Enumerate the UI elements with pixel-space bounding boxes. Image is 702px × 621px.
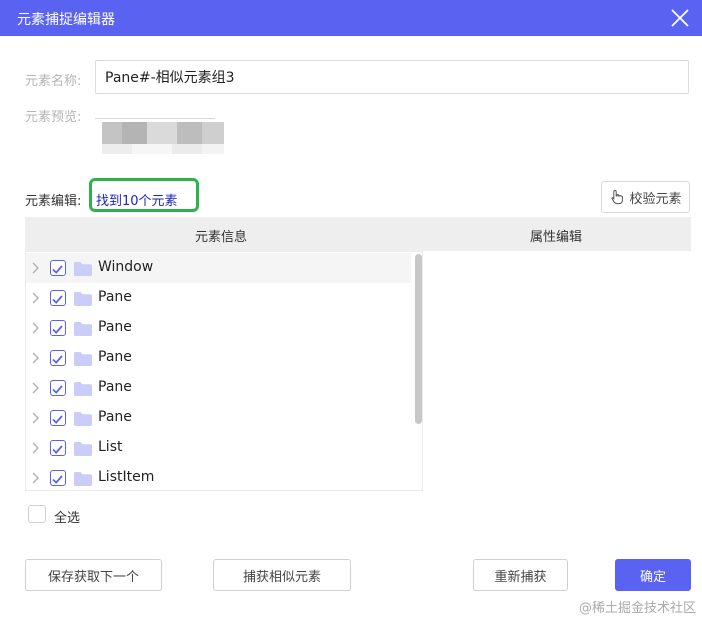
chevron-right-icon[interactable] (31, 472, 41, 484)
tree-row[interactable]: Pane (26, 283, 411, 313)
folder-icon (74, 382, 92, 396)
row-label: Pane (98, 349, 132, 365)
tree-row[interactable]: List (26, 433, 411, 463)
folder-icon (74, 412, 92, 426)
tree-scrollbar[interactable] (415, 254, 422, 424)
row-label: Pane (98, 409, 132, 425)
chevron-right-icon[interactable] (31, 442, 41, 454)
chevron-right-icon[interactable] (31, 262, 41, 274)
checkmark-icon (52, 325, 63, 334)
checkmark-icon (52, 385, 63, 394)
preview-divider (95, 118, 215, 119)
element-edit-label: 元素编辑: (25, 194, 82, 209)
verify-element-label: 校验元素 (629, 191, 682, 207)
capture-similar-button[interactable]: 捕获相似元素 (213, 559, 351, 591)
checkmark-icon (52, 295, 63, 304)
close-icon[interactable] (670, 8, 690, 28)
chevron-right-icon[interactable] (31, 382, 41, 394)
checkmark-icon (52, 265, 63, 274)
select-all-label[interactable]: 全选 (54, 507, 80, 526)
grid-header: 元素信息 属性编辑 (25, 217, 691, 251)
tree-row[interactable]: Pane (26, 373, 411, 403)
row-label: Pane (98, 319, 132, 335)
found-count-link[interactable]: 找到10个元素 (96, 190, 178, 209)
recapture-button[interactable]: 重新捕获 (473, 559, 568, 591)
checkmark-icon (52, 475, 63, 484)
column-header-element-info: 元素信息 (195, 230, 248, 245)
select-all-checkbox[interactable] (28, 505, 46, 523)
tree-row[interactable]: Pane (26, 313, 411, 343)
pointer-hand-icon (611, 189, 624, 205)
tree-row[interactable]: Pane (26, 403, 411, 433)
row-checkbox[interactable] (50, 320, 66, 336)
dialog-titlebar: 元素捕捉编辑器 (0, 0, 702, 36)
folder-icon (74, 472, 92, 486)
row-checkbox[interactable] (50, 440, 66, 456)
row-checkbox[interactable] (50, 470, 66, 486)
verify-element-button[interactable]: 校验元素 (601, 181, 690, 213)
row-label: Pane (98, 289, 132, 305)
element-preview-label: 元素预览: (25, 110, 82, 125)
element-tree: Window Pane Pane Pane Pane Pane List Lis… (25, 251, 423, 491)
checkmark-icon (52, 355, 63, 364)
watermark-text: @稀土掘金技术社区 (578, 601, 696, 616)
folder-icon (74, 262, 92, 276)
element-preview-image (102, 122, 224, 154)
row-checkbox[interactable] (50, 410, 66, 426)
folder-icon (74, 442, 92, 456)
chevron-right-icon[interactable] (31, 322, 41, 334)
chevron-right-icon[interactable] (31, 352, 41, 364)
folder-icon (74, 352, 92, 366)
dialog-title: 元素捕捉编辑器 (17, 12, 115, 28)
tree-row[interactable]: ListItem (26, 463, 411, 490)
tree-row[interactable]: Window (26, 253, 411, 283)
element-name-input[interactable] (95, 60, 689, 94)
row-label: List (98, 439, 123, 455)
confirm-button[interactable]: 确定 (615, 559, 691, 591)
row-checkbox[interactable] (50, 290, 66, 306)
row-checkbox[interactable] (50, 350, 66, 366)
tree-row[interactable]: Pane (26, 343, 411, 373)
folder-icon (74, 322, 92, 336)
row-label: ListItem (98, 469, 155, 485)
row-label: Pane (98, 379, 132, 395)
save-and-next-button[interactable]: 保存获取下一个 (25, 559, 162, 591)
chevron-right-icon[interactable] (31, 412, 41, 424)
checkmark-icon (52, 445, 63, 454)
folder-icon (74, 292, 92, 306)
row-label: Window (98, 259, 154, 275)
chevron-right-icon[interactable] (31, 292, 41, 304)
row-checkbox[interactable] (50, 380, 66, 396)
element-name-label: 元素名称: (25, 74, 82, 89)
column-header-property-edit: 属性编辑 (530, 230, 583, 245)
checkmark-icon (52, 415, 63, 424)
row-checkbox[interactable] (50, 260, 66, 276)
